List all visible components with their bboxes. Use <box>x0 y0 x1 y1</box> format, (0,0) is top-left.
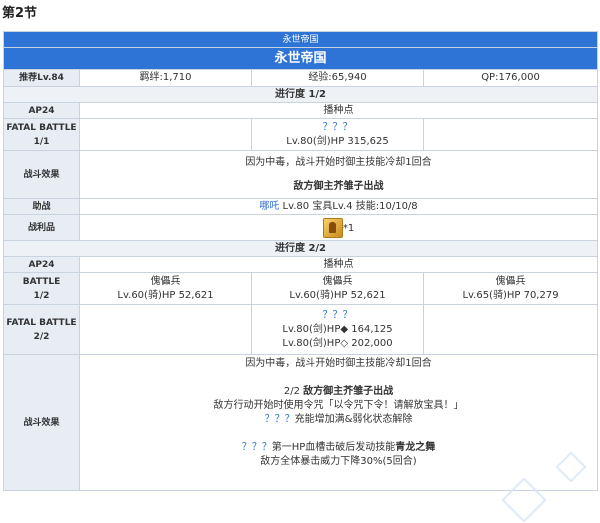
fatal-battle-1-label: FATAL BATTLE 1/1 <box>3 118 80 151</box>
bond-value: 羁绊:1,710 <box>79 69 252 87</box>
boss-hp-1: Lv.80(剑)HP◆ 164,125 <box>282 323 393 335</box>
enemy-2: 傀儡兵 Lv.60(骑)HP 52,621 <box>251 272 424 305</box>
battle-effects-1: 因为中毒，战斗开始时御主技能冷却1回合 敌方御主芥雏子出战 <box>78 150 599 199</box>
quest-name-title: 永世帝国 <box>2 47 599 70</box>
effect-command-seal: 敌方行动开始时使用令咒「以令咒下令！请解放宝具！」 <box>213 400 464 411</box>
qp-value: QP:176,000 <box>422 69 599 87</box>
section-title: 第2节 <box>2 6 38 21</box>
enemy-stats: Lv.80(剑)HP 315,625 <box>286 135 389 147</box>
battle-1-label: BATTLE 1/2 <box>3 272 80 305</box>
loot-cell: *1 <box>78 214 599 241</box>
quest-name-small: 永世帝国 <box>2 31 599 48</box>
fatal-battle-2-label: FATAL BATTLE 2/2 <box>3 304 80 355</box>
effect-prefix: 2/2 <box>283 386 304 397</box>
battle-number: 2/2 <box>33 331 50 342</box>
battle-label-text: FATAL BATTLE <box>6 122 77 133</box>
battle-number: 1/1 <box>33 136 50 147</box>
enemy-name: 傀儡兵 <box>150 275 181 287</box>
enemy-boss-2: ？？？ Lv.80(剑)HP◆ 164,125 Lv.80(剑)HP◇ 202,… <box>251 304 424 355</box>
effect-text: 因为中毒，战斗开始时御主技能冷却1回合 <box>245 358 432 369</box>
effect-master-line: 2/2 敌方御主芥雏子出战 <box>82 385 595 399</box>
enemy-name-link[interactable]: ？？？ <box>254 121 421 135</box>
support-servant-link[interactable]: 哪吒 <box>259 201 279 212</box>
enemy-stats: Lv.60(骑)HP 52,621 <box>117 289 214 301</box>
battle-effects-1-label: 战斗效果 <box>3 150 80 199</box>
progress-1-title: 进行度 1/2 <box>2 86 599 103</box>
enemy-1: 傀儡兵 Lv.60(骑)HP 52,621 <box>79 272 252 305</box>
battle-label-text: BATTLE <box>22 276 61 287</box>
effect-text-bold: 敌方御主芥雏子出战 <box>303 386 394 397</box>
location-1: 播种点 <box>78 102 599 119</box>
support-stats: Lv.80 宝具Lv.4 技能:10/10/8 <box>279 200 418 212</box>
enemy-3: 傀儡兵 Lv.65(骑)HP 70,279 <box>422 272 599 305</box>
enemy-stats: Lv.65(骑)HP 70,279 <box>462 289 559 301</box>
battle-number: 1/2 <box>33 290 50 301</box>
gold-item-icon[interactable] <box>322 217 343 238</box>
enemy-name: 傀儡兵 <box>495 275 526 287</box>
progress-2-title: 进行度 2/2 <box>2 240 599 257</box>
servant-link[interactable]: ？？？ <box>242 442 272 453</box>
servant-link[interactable]: ？？？ <box>265 414 295 425</box>
recommended-level: 推荐Lv.84 <box>3 69 80 87</box>
enemy-stats: Lv.60(骑)HP 52,621 <box>289 289 386 301</box>
effect-charge-line: ？？？充能增加满&弱化状态解除 <box>82 413 595 427</box>
effect-text: 因为中毒，战斗开始时御主技能冷却1回合 <box>245 156 432 168</box>
loot-count: *1 <box>342 222 355 234</box>
support-info: 哪吒 Lv.80 宝具Lv.4 技能:10/10/8 <box>78 198 599 215</box>
enemy-boss-1: ？？？ Lv.80(剑)HP 315,625 <box>251 118 424 151</box>
skill-name: 青龙之舞 <box>395 442 436 453</box>
ap-cost-2: AP24 <box>3 256 80 273</box>
effect-debuff: 敌方全体暴击威力下降30%(5回合) <box>260 456 417 467</box>
enemy-name-link[interactable]: ？？？ <box>254 309 421 323</box>
support-label: 助战 <box>3 198 80 215</box>
boss-hp-2: Lv.80(剑)HP◇ 202,000 <box>282 337 393 349</box>
location-2: 播种点 <box>78 256 599 273</box>
enemy-name: 傀儡兵 <box>322 275 353 287</box>
battle-effects-2-label: 战斗效果 <box>3 354 80 491</box>
exp-value: 经验:65,940 <box>251 69 424 87</box>
loot-label: 战利品 <box>3 214 80 241</box>
ap-cost-1: AP24 <box>3 102 80 119</box>
battle-label-text: FATAL BATTLE <box>6 317 77 328</box>
effect-text: 第一HP血槽击破后发动技能 <box>271 442 396 453</box>
battle-effects-2: 因为中毒，战斗开始时御主技能冷却1回合 2/2 敌方御主芥雏子出战 敌方行动开始… <box>78 354 599 491</box>
effect-skill-line: ？？？第一HP血槽击破后发动技能青龙之舞 <box>82 441 595 455</box>
effect-text-bold: 敌方御主芥雏子出战 <box>293 180 384 192</box>
quest-table: 永世帝国 永世帝国 推荐Lv.84 羁绊:1,710 经验:65,940 QP:… <box>2 31 599 491</box>
effect-text: 充能增加满&弱化状态解除 <box>294 414 413 425</box>
